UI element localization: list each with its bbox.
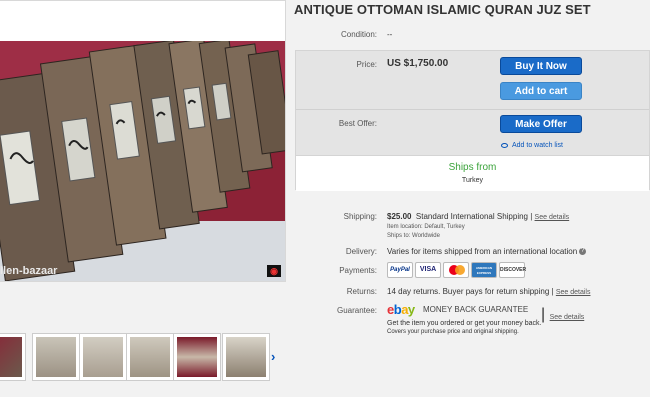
add-to-cart-button[interactable]: Add to cart: [500, 82, 582, 100]
guarantee-see-details-link[interactable]: See details: [550, 314, 585, 321]
delivery-value: Varies for items shipped from an interna…: [387, 247, 587, 256]
divider: [296, 109, 649, 110]
thumbnail[interactable]: [222, 333, 270, 381]
ships-from-box: Ships from Turkey: [296, 155, 649, 191]
shipping-see-details-link[interactable]: See details: [535, 214, 570, 221]
thumbnail[interactable]: [0, 333, 26, 381]
item-location: Item location: Default, Turkey: [387, 224, 465, 230]
guarantee-text-2: Covers your purchase price and original …: [387, 329, 519, 335]
delivery-label: Delivery:: [345, 247, 377, 256]
guarantee-text-1: Get the item you ordered or get your mon…: [387, 320, 542, 327]
image-watermark: llen-bazaar: [0, 265, 58, 277]
watch-list-label: Add to watch list: [512, 142, 563, 149]
paypal-label: PayPal: [390, 267, 410, 273]
main-image-frame: llen-bazaar ◉: [0, 0, 286, 282]
buy-it-now-button[interactable]: Buy It Now: [500, 57, 582, 75]
price-value: US $1,750.00: [387, 58, 449, 69]
payments-label: Payments:: [339, 266, 377, 275]
returns-value: 14 day returns. Buyer pays for return sh…: [387, 287, 591, 296]
price-label: Price:: [356, 60, 377, 69]
chevron-right-icon[interactable]: ›: [271, 349, 275, 364]
discover-label: DISCOVER: [500, 267, 527, 273]
quran-books-photo: [0, 41, 285, 281]
ships-from-country: Turkey: [461, 177, 484, 184]
make-offer-button[interactable]: Make Offer: [500, 115, 582, 133]
item-title: ANTIQUE OTTOMAN ISLAMIC QURAN JUZ SET: [294, 2, 591, 17]
discover-icon: DISCOVER: [499, 262, 527, 278]
ships-to: Ships to: Worldwide: [387, 233, 440, 239]
thumbnail[interactable]: [173, 333, 221, 381]
visa-icon: VISA: [415, 262, 441, 278]
condition-label: Condition:: [340, 30, 377, 39]
returns-see-details-link[interactable]: See details: [556, 289, 591, 296]
shipping-value: $25.00 Standard International Shipping |…: [387, 212, 570, 221]
money-back-guarantee-title: MONEY BACK GUARANTEE: [423, 305, 529, 314]
guarantee-label: Guarantee:: [336, 306, 377, 315]
shipping-cost: $25.00: [387, 212, 412, 221]
thumbnail[interactable]: [126, 333, 174, 381]
shipping-label: Shipping:: [343, 212, 377, 221]
add-to-watch-list-link[interactable]: Add to watch list: [501, 142, 563, 149]
paypal-icon: PayPal: [387, 262, 413, 278]
thumbnail[interactable]: [79, 333, 127, 381]
visa-label: VISA: [419, 266, 437, 273]
returns-text: 14 day returns. Buyer pays for return sh…: [387, 287, 550, 296]
camera-icon: ◉: [267, 265, 281, 277]
amex-label: AMERICAN EXPRESS: [475, 266, 493, 275]
amex-icon: AMERICAN EXPRESS: [471, 262, 497, 278]
thumbnail-strip: [0, 333, 290, 383]
returns-label: Returns:: [346, 287, 377, 296]
best-offer-label: Best Offer:: [338, 119, 377, 128]
shipping-method: Standard International Shipping: [415, 212, 529, 221]
ships-from-heading: Ships from: [448, 162, 497, 173]
delivery-text: Varies for items shipped from an interna…: [387, 247, 578, 256]
condition-value: --: [387, 30, 393, 39]
thumbnail[interactable]: [32, 333, 80, 381]
main-product-image[interactable]: llen-bazaar ◉: [0, 41, 285, 281]
info-icon[interactable]: ?: [579, 248, 587, 256]
mastercard-icon: [443, 262, 469, 278]
ebay-logo: ebay: [387, 302, 415, 317]
eye-icon: [501, 142, 508, 148]
guarantee-see-details[interactable]: | See details: [541, 306, 584, 324]
